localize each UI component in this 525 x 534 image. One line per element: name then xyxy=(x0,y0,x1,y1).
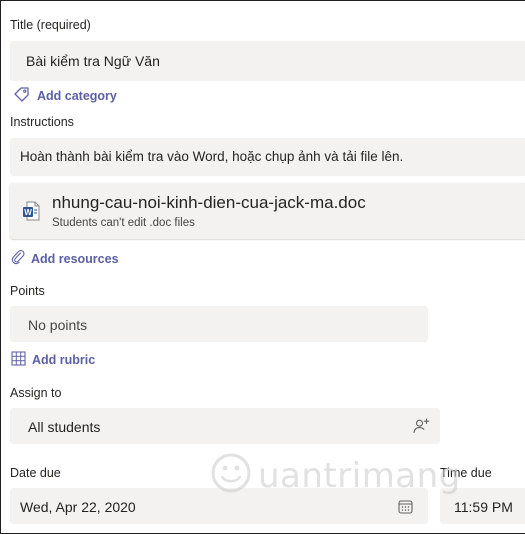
quantrimang-logo xyxy=(210,452,252,499)
title-input[interactable]: Bài kiểm tra Ngữ Văn xyxy=(10,41,525,81)
grid-icon xyxy=(11,351,26,369)
assign-to-label: Assign to xyxy=(10,386,62,400)
instructions-label: Instructions xyxy=(10,115,74,129)
add-resources-link[interactable]: Add resources xyxy=(11,249,119,268)
add-person-icon[interactable] xyxy=(413,418,430,439)
watermark-text: uantrimang xyxy=(258,455,461,496)
points-input[interactable]: No points xyxy=(10,306,428,342)
points-input-value: No points xyxy=(28,317,88,333)
add-category-link[interactable]: Add category xyxy=(13,86,117,105)
assign-to-input[interactable]: All students xyxy=(10,408,440,444)
title-input-value: Bài kiểm tra Ngữ Văn xyxy=(26,53,160,69)
add-rubric-link[interactable]: Add rubric xyxy=(11,351,95,369)
instructions-input-value: Hoàn thành bài kiểm tra vào Word, hoặc c… xyxy=(20,149,404,164)
title-label: Title (required) xyxy=(10,18,91,32)
calendar-icon[interactable] xyxy=(398,499,413,519)
add-rubric-label: Add rubric xyxy=(32,353,96,367)
instructions-input[interactable]: Hoàn thành bài kiểm tra vào Word, hoặc c… xyxy=(10,138,525,176)
watermark: uantrimang xyxy=(210,452,461,499)
paperclip-icon xyxy=(11,249,25,268)
points-label: Points xyxy=(10,284,45,298)
add-resources-label: Add resources xyxy=(31,251,119,266)
word-document-icon: W xyxy=(22,201,40,226)
time-due-value: 11:59 PM xyxy=(454,499,513,515)
svg-text:W: W xyxy=(24,208,32,217)
assign-to-value: All students xyxy=(28,419,101,435)
date-due-value: Wed, Apr 22, 2020 xyxy=(20,499,136,515)
date-due-label: Date due xyxy=(10,466,61,480)
attachment-note: Students can't edit .doc files xyxy=(52,217,195,229)
attachment-file-name: nhung-cau-noi-kinh-dien-cua-jack-ma.doc xyxy=(52,193,366,212)
tag-icon xyxy=(13,86,31,105)
add-category-label: Add category xyxy=(37,88,117,103)
attachment-card[interactable]: W nhung-cau-noi-kinh-dien-cua-jack-ma.do… xyxy=(10,183,525,239)
